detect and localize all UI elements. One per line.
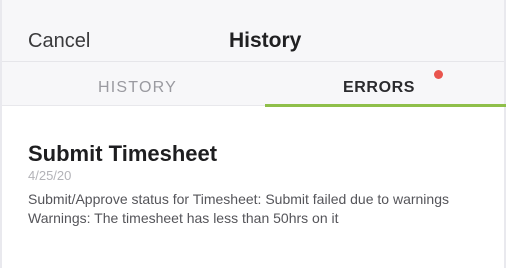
selected-tab-indicator [265,104,506,107]
navigation-bar: Cancel History [2,0,504,62]
entry-date: 4/25/20 [28,168,72,183]
entry-warning-line: Warnings: The timesheet has less than 50… [28,210,339,226]
tab-errors[interactable]: ERRORS [265,62,506,107]
entry-title: Submit Timesheet [28,141,218,166]
tab-history[interactable]: HISTORY [2,62,265,106]
notification-badge [434,70,443,79]
entry-message: Submit/Approve status for Timesheet: Sub… [28,190,478,228]
history-modal: Cancel History HISTORY ERRORS Submit Tim… [0,0,506,268]
tab-bar: HISTORY ERRORS [2,62,506,107]
page-title: History [229,29,302,52]
tab-errors-label: ERRORS [343,79,416,96]
tab-history-label: HISTORY [98,79,177,96]
cancel-button[interactable]: Cancel [28,29,90,53]
entry-message-line: Submit/Approve status for Timesheet: Sub… [28,191,449,207]
